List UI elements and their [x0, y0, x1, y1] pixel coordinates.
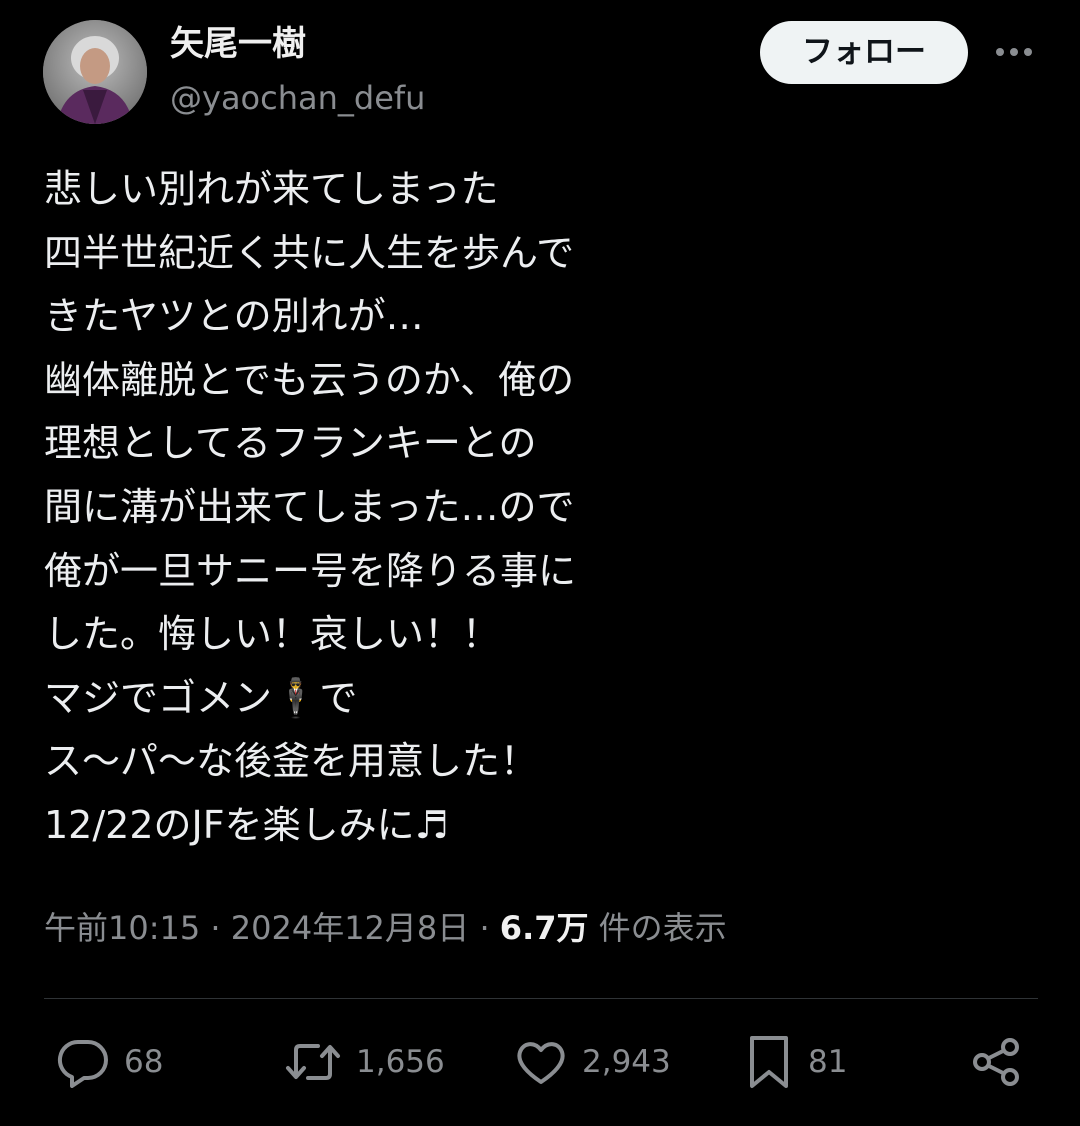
tweet-line: 幽体離脱とでも云うのか、俺の [44, 357, 575, 402]
bookmark-count: 81 [808, 1044, 848, 1080]
retweet-count: 1,656 [356, 1044, 445, 1080]
tweet-meta: 午前10:15 · 2024年12月8日 · 6.7万 件の表示 [44, 906, 727, 950]
bookmark-icon [744, 1034, 794, 1090]
retweet-button[interactable]: 1,656 [284, 1036, 445, 1088]
tweet-line: 12/22のJFを楽しみに♬ [44, 802, 449, 847]
follow-button[interactable]: フォロー [760, 21, 968, 84]
author-handle[interactable]: @yaochan_defu [170, 76, 425, 120]
like-count: 2,943 [582, 1044, 671, 1080]
divider [44, 998, 1038, 999]
meta-separator: · [469, 909, 500, 947]
tweet-line: 俺が一旦サニー号を降りる事に [44, 548, 577, 593]
reply-count: 68 [124, 1044, 164, 1080]
tweet-line: した。悔しい！哀しい！！ [44, 612, 501, 657]
tweet-line: 悲しい別れが来てしまった [44, 167, 499, 211]
meta-separator: · [200, 909, 231, 947]
tweet-line: 理想としてるフランキーとの [44, 421, 537, 466]
more-icon[interactable] [992, 36, 1036, 68]
tweet-text: 悲しい別れが来てしまった 四半世紀近く共に人生を歩んで きたヤツとの別れが… 幽… [44, 158, 704, 858]
author-display-name[interactable]: 矢尾一樹 [170, 22, 306, 66]
reply-button[interactable]: 68 [56, 1036, 163, 1088]
tweet-line: ス〜パ〜な後釜を用意した！ [44, 739, 539, 784]
share-button[interactable] [970, 1036, 1024, 1088]
author-avatar[interactable] [43, 20, 147, 124]
views-count[interactable]: 6.7万 [500, 909, 589, 947]
tweet-date[interactable]: 2024年12月8日 [231, 909, 470, 947]
views-label: 件の表示 [588, 909, 727, 947]
bookmark-button[interactable]: 81 [744, 1036, 847, 1088]
tweet-time[interactable]: 午前10:15 [44, 909, 200, 947]
tweet-line: 四半世紀近く共に人生を歩んで [44, 230, 575, 275]
tweet-line: マジでゴメン🕴️で [44, 675, 358, 720]
share-icon [970, 1035, 1024, 1089]
reply-icon [56, 1036, 110, 1088]
tweet-line: きたヤツとの別れが… [44, 294, 424, 339]
like-button[interactable]: 2,943 [514, 1036, 671, 1088]
retweet-icon [284, 1036, 342, 1088]
tweet-line: 間に溝が出来てしまった…ので [44, 484, 575, 529]
like-icon [514, 1036, 568, 1088]
